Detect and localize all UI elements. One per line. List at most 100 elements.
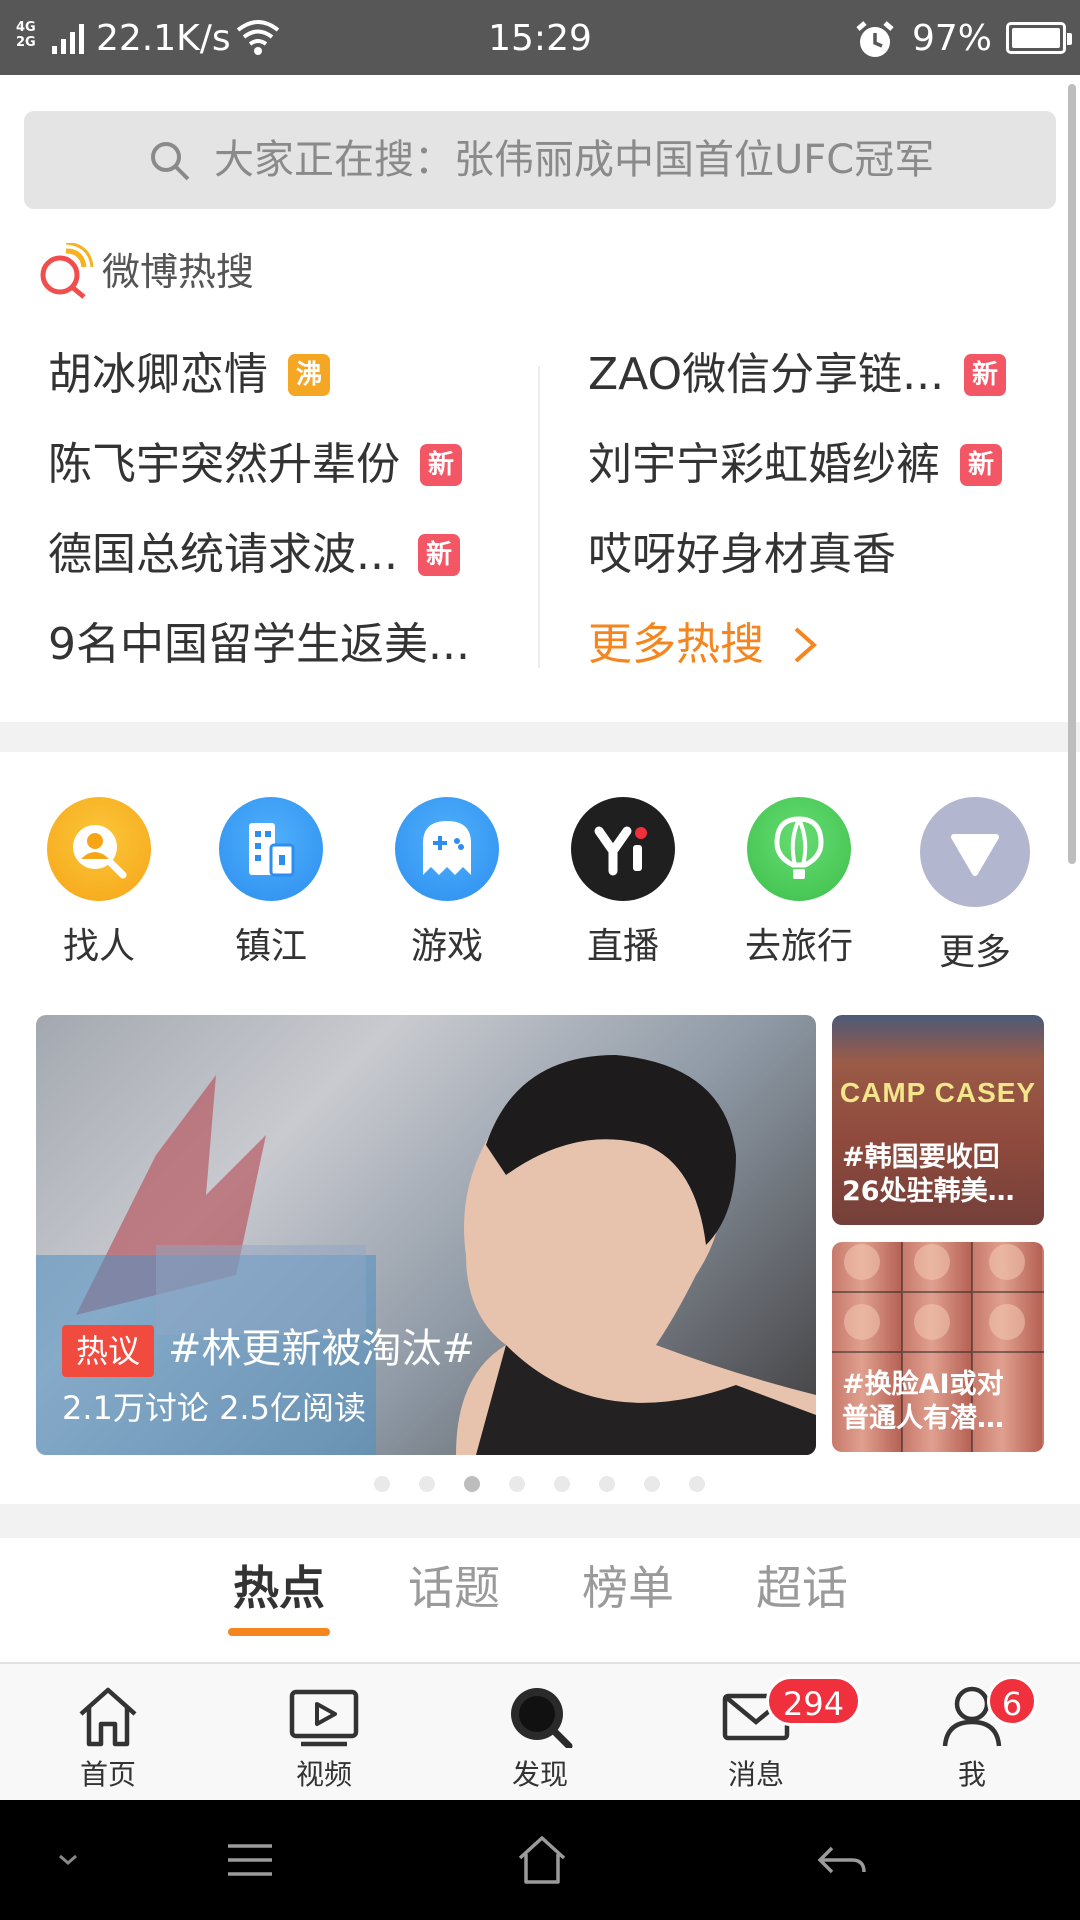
side-card-caption: #韩国要收回 26处驻韩美… [842,1142,1015,1207]
more-hot-search-label: 更多热搜 [588,619,764,670]
column-divider [538,366,540,668]
tab-label: 热点 [233,1561,325,1615]
new-badge: 新 [964,354,1007,396]
more-triangle-icon [920,797,1030,907]
profile-count-badge: 6 [987,1676,1037,1726]
carousel-dot [554,1476,570,1492]
search-bar[interactable]: 大家正在搜：张伟丽成中国首位UFC冠军 [24,111,1056,209]
chevron-down-icon[interactable] [38,1830,98,1890]
content-tabs: 热点 话题 榜单 超话 [0,1538,1080,1662]
category-label: 镇江 [234,926,307,967]
new-badge: 新 [420,444,462,486]
balloon-icon [747,797,851,901]
camp-sign-text: CAMP CASEY [839,1077,1037,1108]
new-badge: 新 [960,444,1002,486]
category-live[interactable]: 直播 [548,797,698,969]
bottom-tab-bar: 首页 视频 发现 消息 我 294 6 [0,1662,1080,1800]
city-building-icon [219,797,323,901]
side-card-caption: #换脸AI或对 普通人有潜… [842,1369,1004,1434]
hot-item[interactable]: 陈飞宇突然升辈份 新 [48,430,462,500]
banner-stats: 2.1万讨论 2.5亿阅读 [62,1389,366,1427]
search-placeholder: 大家正在搜：张伟丽成中国首位UFC冠军 [214,137,935,183]
category-find-people[interactable]: 找人 [24,797,174,969]
home-icon [79,1687,137,1747]
message-count-badge: 294 [766,1676,862,1726]
game-ghost-icon [395,797,499,901]
carousel-dot [374,1476,390,1492]
tab-label: 超话 [756,1561,848,1615]
featured-banner[interactable]: 热议 #林更新被淘汰# 2.1万讨论 2.5亿阅读 [36,1015,816,1455]
hot-item-text: 刘宇宁彩虹婚纱裤 [588,439,940,490]
category-city[interactable]: 镇江 [196,797,346,969]
category-more[interactable]: 更多 [900,797,1050,975]
side-card-korea[interactable]: CAMP CASEY #韩国要收回 26处驻韩美… [832,1015,1044,1225]
tabbar-label: 我 [957,1758,986,1791]
system-navigation-bar [0,1800,1080,1920]
hot-item-text: ZAO微信分享链... [588,349,945,400]
carousel-indicator [0,1476,1080,1506]
carousel-dot-active [464,1476,480,1492]
tabbar-label: 发现 [511,1758,568,1791]
chevron-right-icon [794,627,818,663]
hot-item[interactable]: 9名中国留学生返美... [48,610,470,680]
battery-icon [1006,22,1072,54]
hot-item-text: 哎呀好身材真香 [588,529,896,580]
active-tab-underline [228,1628,330,1636]
tab-hot[interactable]: 热点 [228,1558,330,1638]
carousel-dot [419,1476,435,1492]
hot-item[interactable]: 刘宇宁彩虹婚纱裤 新 [588,430,1002,500]
category-label: 游戏 [410,926,483,967]
hot-search-list: 胡冰卿恋情 沸 陈飞宇突然升辈份 新 德国总统请求波... 新 9名中国留学生返… [0,340,1080,700]
carousel-dot [644,1476,660,1492]
discover-icon [511,1688,573,1750]
hot-item[interactable]: 哎呀好身材真香 [588,520,896,590]
home-nav-icon[interactable] [512,1830,572,1890]
tabbar-home[interactable]: 首页 [38,1684,178,1792]
tabbar-video[interactable]: 视频 [254,1684,394,1792]
hot-search-card: 大家正在搜：张伟丽成中国首位UFC冠军 微博热搜 胡冰卿恋情 沸 陈飞宇突然升辈… [0,75,1080,722]
banner-topic: #林更新被淘汰# [168,1326,476,1372]
tab-label: 话题 [408,1561,500,1615]
hot-item-text: 陈飞宇突然升辈份 [48,439,400,490]
category-label: 更多 [938,932,1011,973]
scrollbar[interactable] [1068,84,1076,864]
battery-percent: 97% [912,18,993,59]
back-icon[interactable] [812,1830,872,1890]
hot-item-text: 9名中国留学生返美... [48,619,470,670]
tabbar-label: 视频 [295,1758,352,1791]
hot-item-text: 德国总统请求波... [48,529,398,580]
yi-live-icon [571,797,675,901]
new-badge: 新 [417,534,460,576]
find-people-icon [47,797,151,901]
carousel-dot [599,1476,615,1492]
side-card-ai[interactable]: #换脸AI或对 普通人有潜… [832,1242,1044,1452]
carousel-dot [509,1476,525,1492]
category-travel[interactable]: 去旅行 [724,797,874,969]
search-icon [151,142,190,181]
category-games[interactable]: 游戏 [372,797,522,969]
carousel-dot [689,1476,705,1492]
tab-super-topics[interactable]: 超话 [752,1558,852,1638]
category-label: 找人 [62,926,135,967]
video-icon [289,1689,359,1747]
hot-item[interactable]: 胡冰卿恋情 沸 [48,340,330,410]
tabbar-label: 消息 [727,1758,784,1791]
hot-item-text: 胡冰卿恋情 [48,349,268,400]
category-label: 去旅行 [744,926,853,967]
tabbar-discover[interactable]: 发现 [470,1684,610,1792]
hot-search-title: 微博热搜 [102,250,255,294]
hot-item[interactable]: 德国总统请求波... 新 [48,520,460,590]
menu-icon[interactable] [220,1830,280,1890]
tab-topics[interactable]: 话题 [404,1558,504,1638]
category-label: 直播 [586,926,659,967]
alarm-icon [856,21,894,57]
tab-label: 榜单 [582,1561,674,1615]
hot-item[interactable]: ZAO微信分享链... 新 [588,340,1007,410]
status-bar: 4G 2G 22.1K/s 15:29 97% [0,0,1080,75]
more-hot-search-link[interactable]: 更多热搜 [588,610,818,680]
discover-card: 找人 镇江 游戏 直播 去旅行 更多 热议 #林更新被淘汰# 2.1万讨论 2.… [0,752,1080,1504]
tab-rankings[interactable]: 榜单 [578,1558,678,1638]
boiling-badge: 沸 [288,354,330,396]
tabbar-label: 首页 [79,1758,136,1791]
weibo-hot-search-icon [40,243,94,299]
